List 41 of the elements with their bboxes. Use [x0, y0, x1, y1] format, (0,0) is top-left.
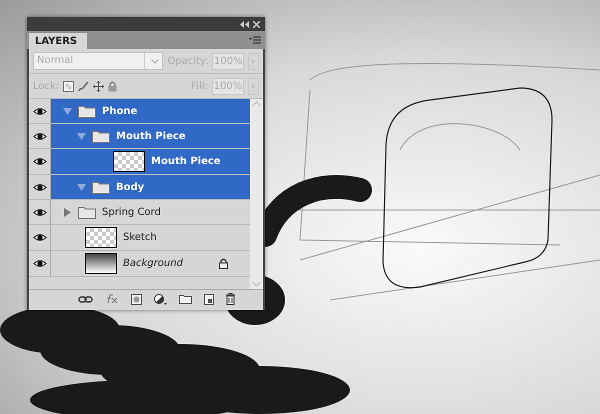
layer-name: Background [123, 258, 183, 269]
move-icon[interactable] [93, 80, 104, 92]
eye-icon [32, 259, 46, 268]
eye-icon [32, 132, 46, 140]
panel-menu-icon[interactable] [249, 36, 261, 44]
layer-name: Mouth Piece [116, 130, 186, 142]
folder-icon [92, 130, 110, 142]
layer-name: Sketch [123, 232, 157, 243]
trash-icon[interactable] [226, 293, 234, 305]
link-icon[interactable] [78, 296, 92, 302]
new-layer-icon[interactable] [204, 294, 214, 304]
adjustment-layer-icon[interactable] [154, 294, 166, 304]
effects-icon[interactable] [104, 294, 118, 304]
brush-icon[interactable] [78, 80, 90, 92]
layer-row[interactable]: Background [29, 251, 250, 277]
folder-icon [92, 180, 110, 194]
collapse-panel-icon[interactable] [240, 20, 249, 28]
layer-name: Spring Cord [102, 206, 161, 218]
layer-name: Mouth Piece [151, 156, 221, 167]
layer-row[interactable]: Spring Cord [29, 200, 250, 225]
layer-row[interactable]: Sketch [29, 225, 250, 251]
eye-icon [32, 106, 46, 116]
close-icon[interactable] [253, 20, 260, 28]
lock-transparent-pixels-icon[interactable] [63, 80, 74, 92]
eye-icon [32, 182, 46, 192]
folder-icon[interactable] [178, 294, 192, 304]
eye-icon [32, 208, 46, 216]
layer-thumbnail [85, 227, 117, 248]
folder-icon [78, 104, 96, 118]
layer-thumbnail [85, 253, 117, 274]
layer-name: Phone [102, 106, 138, 116]
lock-icon[interactable] [108, 80, 118, 92]
folder-icon [78, 206, 96, 218]
mask-icon[interactable] [130, 294, 142, 304]
layers-tab[interactable]: LAYERS [29, 33, 88, 49]
expand-triangle-icon[interactable] [63, 208, 72, 216]
chevron-down-icon [151, 58, 160, 64]
eye-icon [32, 157, 46, 166]
layer-thumbnail [113, 151, 145, 172]
eye-icon [32, 233, 46, 242]
layer-name: Body [116, 182, 144, 192]
